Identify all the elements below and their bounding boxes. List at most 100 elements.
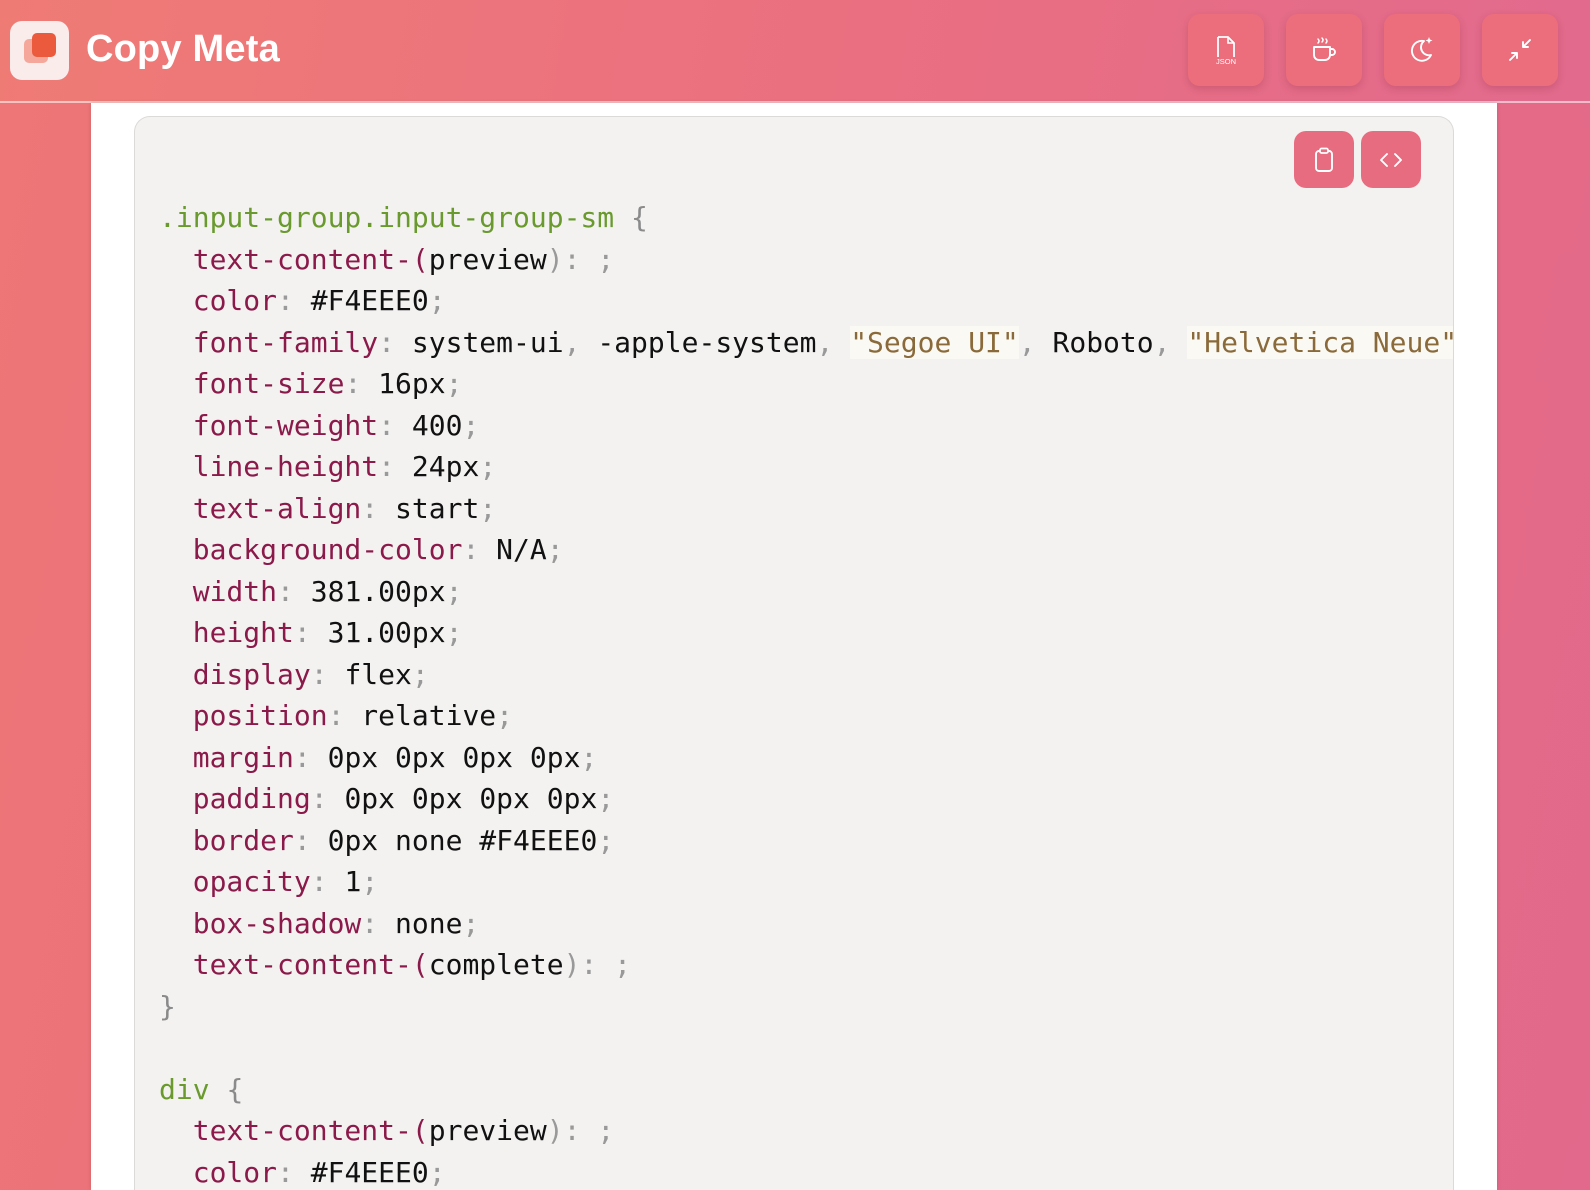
css-value: start (395, 491, 480, 525)
css-declaration: height: 31.00px; (159, 612, 1453, 654)
font-family-part: , (816, 325, 851, 359)
css-property-arg: preview (428, 242, 547, 276)
css-declaration: text-content-(preview): ; (159, 1110, 1453, 1152)
css-value: none (395, 906, 463, 940)
open-paren: ( (411, 1114, 429, 1147)
font-family-part: , (563, 325, 598, 359)
css-rule-close-line: } (159, 986, 1453, 1028)
colon: : (293, 616, 328, 649)
colon: : (277, 574, 311, 608)
css-property: text-content- (192, 1114, 412, 1147)
semicolon: ; (445, 616, 463, 649)
css-declaration: width: 381.00px; (159, 571, 1453, 613)
colon: : (563, 242, 598, 276)
css-property: color (192, 284, 278, 317)
semicolon: ; (597, 1114, 615, 1147)
open-paren: ( (411, 242, 429, 276)
colon: : (580, 948, 615, 981)
css-declaration: border: 0px none #F4EEE0; (159, 820, 1453, 862)
colon: : (378, 450, 412, 483)
css-property: box-shadow (192, 906, 362, 940)
semicolon: ; (496, 699, 514, 732)
colon: : (462, 533, 497, 566)
semicolon: ; (462, 408, 480, 442)
close-paren: ) (546, 242, 564, 276)
css-property-arg: preview (428, 1114, 547, 1147)
app-header: Copy Meta JSON (0, 0, 1590, 103)
semicolon: ; (462, 906, 480, 940)
colon: : (378, 325, 412, 359)
svg-text:JSON: JSON (1216, 57, 1236, 66)
css-selector: div (159, 1072, 210, 1106)
dark-mode-button[interactable] (1384, 14, 1460, 86)
colon: : (361, 906, 396, 940)
copy-to-clipboard-button[interactable] (1294, 131, 1354, 188)
css-declaration: font-family: system-ui, -apple-system, "… (159, 322, 1453, 364)
css-property: font-family (192, 325, 379, 359)
colon: : (344, 367, 379, 400)
close-paren: ) (563, 948, 581, 981)
font-family-part: , (1153, 325, 1188, 359)
semicolon: ; (428, 1155, 446, 1189)
json-file-icon: JSON (1216, 36, 1236, 66)
css-value: 1 (344, 865, 362, 898)
css-declaration: font-size: 16px; (159, 363, 1453, 405)
css-value: relative (361, 699, 497, 732)
css-property: opacity (192, 865, 311, 898)
code-icon (1380, 152, 1402, 167)
css-value: 0px none #F4EEE0 (327, 823, 598, 857)
close-paren: ) (546, 1114, 564, 1147)
colon: : (277, 1155, 311, 1189)
semicolon: ; (361, 865, 379, 898)
export-json-button[interactable]: JSON (1188, 14, 1264, 86)
css-declaration: position: relative; (159, 695, 1453, 737)
css-rule-selector-line: div { (159, 1069, 1453, 1111)
css-declaration: box-shadow: none; (159, 903, 1453, 945)
css-property: border (192, 823, 294, 857)
css-declaration: line-height: 24px; (159, 446, 1453, 488)
coffee-cup-icon (1313, 37, 1336, 61)
open-brace: { (631, 201, 648, 234)
css-property: color (192, 1155, 278, 1189)
semicolon: ; (428, 284, 446, 317)
semicolon: ; (597, 242, 615, 276)
css-property: display (192, 657, 311, 691)
css-property-arg: complete (428, 948, 564, 981)
font-family-part: , (1018, 325, 1053, 359)
css-code-block: .input-group.input-group-sm { text-conte… (134, 116, 1454, 1190)
colon: : (378, 408, 412, 442)
coffee-button[interactable] (1286, 14, 1362, 86)
semicolon: ; (580, 740, 598, 774)
css-declaration: text-content-(complete): ; (159, 944, 1453, 986)
css-declaration: text-content-(preview): ; (159, 239, 1453, 281)
css-selector: .input-group.input-group-sm (159, 201, 615, 234)
css-value: 16px (378, 367, 446, 400)
copy-meta-logo-icon (10, 21, 69, 80)
css-declaration: background-color: N/A; (159, 529, 1453, 571)
colon: : (361, 491, 396, 525)
minimize-button[interactable] (1482, 14, 1558, 86)
semicolon: ; (597, 782, 615, 815)
css-property: background-color (192, 533, 463, 566)
css-property: text-align (192, 491, 362, 525)
semicolon: ; (597, 823, 615, 857)
css-property: text-content- (192, 948, 412, 981)
css-property: line-height (192, 450, 379, 483)
css-declaration: margin: 0px 0px 0px 0px; (159, 737, 1453, 779)
colon: : (293, 823, 328, 857)
colon: : (327, 699, 362, 732)
css-declaration: opacity: 1; (159, 861, 1453, 903)
semicolon: ; (546, 533, 564, 566)
css-value: 400 (411, 408, 463, 442)
view-code-button[interactable] (1361, 131, 1421, 188)
css-declaration: font-weight: 400; (159, 405, 1453, 447)
close-brace: } (159, 989, 176, 1023)
css-value: 31.00px (327, 616, 446, 649)
semicolon: ; (445, 367, 463, 400)
font-family-part: system-ui (411, 325, 564, 359)
font-family-part: "Segoe UI" (850, 325, 1019, 359)
colon: : (310, 865, 345, 898)
dark-mode-icon (1410, 37, 1433, 62)
css-declaration: color: #F4EEE0; (159, 1152, 1453, 1190)
colon: : (293, 740, 328, 774)
